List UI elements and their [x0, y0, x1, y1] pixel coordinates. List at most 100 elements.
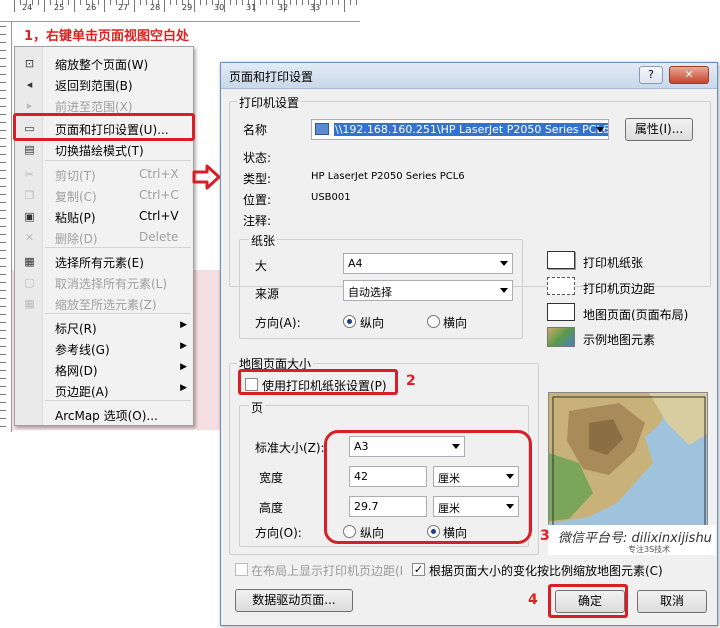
- menu-item-12[interactable]: 标尺(R) ▶: [17, 317, 193, 338]
- menu-item-10[interactable]: ▢ 取消选择所有元素(L): [17, 272, 193, 293]
- ruler-tick: [68, 0, 69, 5]
- scale-elements-checkbox[interactable]: ✓: [412, 563, 425, 576]
- menu-item-label: 标尺(R): [55, 322, 97, 336]
- submenu-arrow-icon: ▶: [180, 383, 187, 393]
- menu-item-label: 返回到范围(B): [55, 79, 133, 93]
- submenu-arrow-icon: ▶: [180, 362, 187, 372]
- data-driven-pages-button[interactable]: 数据驱动页面...: [235, 589, 353, 612]
- ruler-tick: [0, 106, 6, 107]
- ruler-tick: [0, 418, 6, 419]
- menu-item-1[interactable]: ◂ 返回到范围(B): [17, 74, 193, 95]
- show-margins-checkbox[interactable]: [235, 563, 248, 576]
- ruler-tick: [266, 0, 267, 5]
- menu-item-shortcut: Delete: [139, 230, 179, 244]
- printer-setup-label: 打印机设置: [237, 94, 302, 111]
- help-button[interactable]: ?: [639, 66, 663, 84]
- menu-item-0[interactable]: ⊡ 缩放整个页面(W): [17, 53, 193, 74]
- printer-type-label: 类型:: [243, 172, 272, 186]
- watermark-subtext: 专注3S技术: [628, 545, 671, 554]
- paper-portrait-label: 纵向: [360, 316, 385, 330]
- paper-portrait-radio[interactable]: [343, 315, 356, 328]
- ruler-tick: [332, 0, 333, 5]
- printer-name-select[interactable]: \\192.168.160.251\HP LaserJet P2050 Seri…: [311, 119, 609, 140]
- ruler-tick: [0, 322, 6, 323]
- zoom-whole-page-icon: ⊡: [24, 57, 35, 70]
- close-button[interactable]: ✕: [669, 66, 709, 84]
- dialog-title-bar: 页面和打印设置 ? ✕: [221, 63, 717, 89]
- map-page-swatch: [547, 303, 575, 321]
- cancel-button[interactable]: 取消: [637, 590, 707, 613]
- ruler-tick: [44, 0, 45, 12]
- menu-item-label: ArcMap 选项(O)...: [55, 409, 158, 423]
- menu-item-9[interactable]: ▦ 选择所有元素(E): [17, 251, 193, 272]
- menu-item-4[interactable]: ▤ 切换描绘模式(T): [17, 139, 193, 160]
- ruler-tick: [0, 170, 6, 171]
- ruler-tick: [206, 0, 207, 5]
- ruler-tick: [0, 66, 6, 67]
- ruler-tick: [242, 0, 243, 5]
- ruler-tick: [236, 0, 237, 5]
- ruler-tick: [0, 122, 6, 123]
- paper-source-value: 自动选择: [348, 286, 392, 299]
- unselect-all-icon: ▢: [24, 276, 35, 289]
- menu-item-8[interactable]: ✕ 删除(D) Delete: [17, 227, 193, 248]
- menu-item-label: 剪切(T): [55, 169, 96, 183]
- scale-elements-label: 根据页面大小的变化按比例缩放地图元素(C): [429, 564, 663, 578]
- ruler-tick: [0, 194, 6, 195]
- menu-item-14[interactable]: 格网(D) ▶: [17, 359, 193, 380]
- ruler-tick: [104, 0, 105, 12]
- ruler-tick: [200, 0, 201, 5]
- dialog-title: 页面和打印设置: [229, 70, 314, 84]
- context-menu: ⊡ 缩放整个页面(W) ◂ 返回到范围(B) ▸ 前进至范围(X) ▭ 页面和打印设置(U).…: [14, 46, 194, 426]
- menu-item-label: 参考线(G): [55, 343, 110, 357]
- menu-item-13[interactable]: 参考线(G) ▶: [17, 338, 193, 359]
- menu-item-16[interactable]: ArcMap 选项(O)...: [17, 404, 193, 425]
- standard-size-label: 标准大小(Z):: [255, 441, 325, 455]
- ruler-tick: [0, 42, 6, 43]
- printer-properties-button[interactable]: 属性(I)...: [625, 118, 693, 141]
- paper-size-label: 大: [255, 259, 268, 273]
- menu-item-15[interactable]: 页边距(A) ▶: [17, 380, 193, 401]
- menu-item-label: 粘贴(P): [55, 211, 96, 225]
- ruler-tick: [0, 426, 6, 427]
- ruler-number: 27: [118, 3, 129, 12]
- ruler-tick: [0, 330, 6, 331]
- printer-type-value: HP LaserJet P2050 Series PCL6: [311, 171, 465, 182]
- menu-item-label: 选择所有元素(E): [55, 256, 144, 270]
- menu-item-11[interactable]: ▦ 缩放至所选元素(Z): [17, 293, 193, 314]
- menu-separator: [45, 160, 191, 161]
- horizontal-ruler: 24 25 26 27 28 29 30 31 32 33: [0, 0, 360, 22]
- paper-source-select[interactable]: 自动选择: [343, 280, 513, 301]
- ruler-tick: [0, 314, 6, 315]
- printer-margins-swatch: [547, 277, 575, 295]
- ruler-tick: [0, 186, 6, 187]
- ruler-tick: [0, 402, 6, 403]
- ruler-tick: [134, 0, 135, 12]
- ruler-tick: [140, 0, 141, 5]
- ruler-tick: [38, 0, 39, 5]
- ruler-tick: [50, 0, 51, 5]
- ruler-tick: [356, 0, 357, 5]
- menu-item-7[interactable]: ▣ 粘贴(P) Ctrl+V: [17, 206, 193, 227]
- ruler-tick: [0, 290, 6, 291]
- ruler-tick: [194, 0, 195, 12]
- step4-annotation: 4: [528, 592, 538, 608]
- ruler-tick: [302, 0, 303, 5]
- ruler-tick: [98, 0, 99, 5]
- map-preview-image: [548, 392, 708, 532]
- paper-size-select[interactable]: A4: [343, 253, 513, 274]
- ruler-tick: [0, 362, 6, 363]
- menu-item-label: 复制(C): [55, 190, 97, 204]
- menu-item-label: 页边距(A): [55, 385, 109, 399]
- ruler-tick: [0, 34, 6, 35]
- ruler-tick: [0, 258, 6, 259]
- menu-item-5[interactable]: ✂ 剪切(T) Ctrl+X: [17, 164, 193, 185]
- ruler-tick: [0, 74, 6, 75]
- paper-landscape-radio[interactable]: [427, 315, 440, 328]
- submenu-arrow-icon: ▶: [180, 341, 187, 351]
- ruler-tick: [116, 0, 117, 5]
- toggle-draft-icon: ▤: [24, 143, 35, 156]
- ruler-tick: [344, 0, 345, 12]
- menu-item-6[interactable]: ❐ 复制(C) Ctrl+C: [17, 185, 193, 206]
- ruler-tick: [230, 0, 231, 5]
